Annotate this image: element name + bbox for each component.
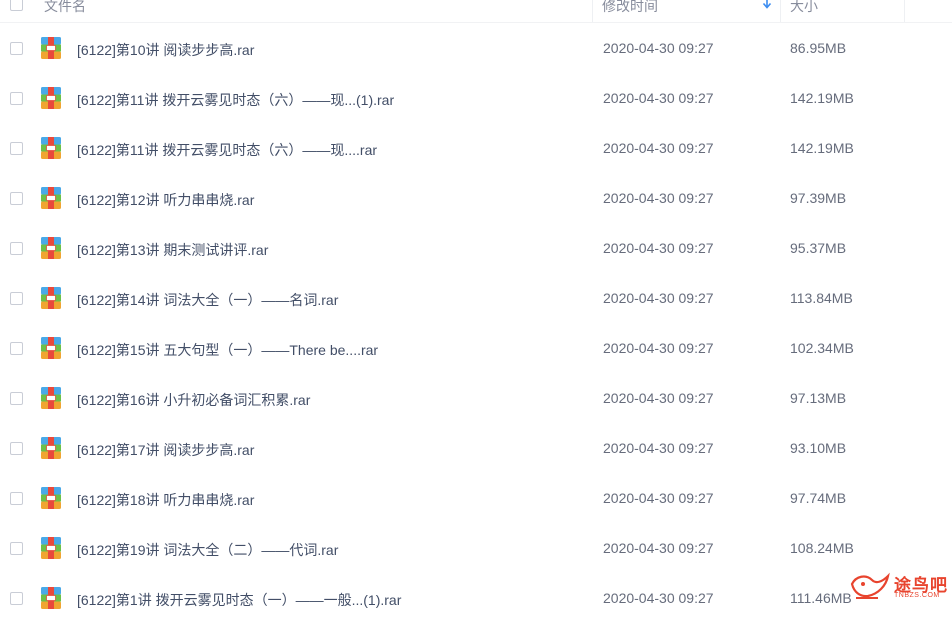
- site-watermark: 途鸟吧 TNBZS.COM: [848, 568, 948, 604]
- rar-archive-icon: [41, 587, 61, 609]
- bird-logo-icon: [850, 572, 890, 599]
- file-row[interactable]: [6122]第15讲 五大句型（一）——There be....rar 2020-…: [0, 324, 952, 374]
- file-size: 86.95MB: [790, 40, 847, 56]
- file-name[interactable]: [6122]第10讲 阅读步步高.rar: [77, 40, 254, 60]
- file-name[interactable]: [6122]第17讲 阅读步步高.rar: [77, 440, 254, 460]
- file-modified-time: 2020-04-30 09:27: [603, 540, 714, 556]
- file-checkbox[interactable]: [10, 392, 23, 405]
- file-name[interactable]: [6122]第16讲 小升初必备词汇积累.rar: [77, 390, 310, 410]
- file-modified-time: 2020-04-30 09:27: [603, 190, 714, 206]
- file-checkbox[interactable]: [10, 342, 23, 355]
- file-checkbox[interactable]: [10, 242, 23, 255]
- file-name[interactable]: [6122]第11讲 拨开云雾见时态（六）——现...(1).rar: [77, 90, 394, 110]
- file-size: 97.13MB: [790, 390, 847, 406]
- file-row[interactable]: [6122]第1讲 拨开云雾见时态（一）——一般...(1).rar 2020-0…: [0, 574, 952, 624]
- file-row[interactable]: [6122]第10讲 阅读步步高.rar 2020-04-30 09:27 86.9…: [0, 24, 952, 74]
- column-divider[interactable]: [780, 0, 781, 22]
- column-header-name[interactable]: 文件名: [44, 0, 86, 16]
- file-row[interactable]: [6122]第17讲 阅读步步高.rar 2020-04-30 09:27 93.1…: [0, 424, 952, 474]
- file-modified-time: 2020-04-30 09:27: [603, 390, 714, 406]
- file-row[interactable]: [6122]第18讲 听力串串烧.rar 2020-04-30 09:27 97.7…: [0, 474, 952, 524]
- file-name[interactable]: [6122]第19讲 词法大全（二）——代词.rar: [77, 540, 338, 560]
- column-header-size[interactable]: 大小: [790, 0, 818, 16]
- column-divider[interactable]: [592, 0, 593, 22]
- file-modified-time: 2020-04-30 09:27: [603, 140, 714, 156]
- file-checkbox[interactable]: [10, 492, 23, 505]
- rar-archive-icon: [41, 337, 61, 359]
- file-checkbox[interactable]: [10, 192, 23, 205]
- file-modified-time: 2020-04-30 09:27: [603, 290, 714, 306]
- file-checkbox[interactable]: [10, 42, 23, 55]
- file-modified-time: 2020-04-30 09:27: [603, 590, 714, 606]
- file-row[interactable]: [6122]第14讲 词法大全（一）——名词.rar 2020-04-30 09:…: [0, 274, 952, 324]
- rar-archive-icon: [41, 437, 61, 459]
- file-list: [6122]第10讲 阅读步步高.rar 2020-04-30 09:27 86.9…: [0, 24, 952, 624]
- file-checkbox[interactable]: [10, 592, 23, 605]
- file-size: 95.37MB: [790, 240, 847, 256]
- file-modified-time: 2020-04-30 09:27: [603, 90, 714, 106]
- file-size: 108.24MB: [790, 540, 854, 556]
- file-size: 142.19MB: [790, 140, 854, 156]
- file-checkbox[interactable]: [10, 442, 23, 455]
- file-row[interactable]: [6122]第11讲 拨开云雾见时态（六）——现...(1).rar 2020-0…: [0, 74, 952, 124]
- file-size: 142.19MB: [790, 90, 854, 106]
- sort-descending-icon[interactable]: [761, 0, 773, 12]
- rar-archive-icon: [41, 87, 61, 109]
- rar-archive-icon: [41, 487, 61, 509]
- column-header-modified-time[interactable]: 修改时间: [602, 0, 658, 16]
- file-name[interactable]: [6122]第18讲 听力串串烧.rar: [77, 490, 254, 510]
- file-size: 113.84MB: [790, 290, 853, 306]
- file-name[interactable]: [6122]第1讲 拨开云雾见时态（一）——一般...(1).rar: [77, 590, 401, 610]
- rar-archive-icon: [41, 287, 61, 309]
- file-checkbox[interactable]: [10, 542, 23, 555]
- file-checkbox[interactable]: [10, 292, 23, 305]
- select-all-checkbox[interactable]: [10, 0, 23, 11]
- file-row[interactable]: [6122]第19讲 词法大全（二）——代词.rar 2020-04-30 09:…: [0, 524, 952, 574]
- file-checkbox[interactable]: [10, 142, 23, 155]
- file-modified-time: 2020-04-30 09:27: [603, 340, 714, 356]
- file-size: 111.46MB: [790, 590, 852, 606]
- file-name[interactable]: [6122]第14讲 词法大全（一）——名词.rar: [77, 290, 338, 310]
- rar-archive-icon: [41, 387, 61, 409]
- file-name[interactable]: [6122]第15讲 五大句型（一）——There be....rar: [77, 340, 378, 360]
- file-list-header: 文件名 修改时间 大小: [0, 0, 952, 23]
- rar-archive-icon: [41, 187, 61, 209]
- file-modified-time: 2020-04-30 09:27: [603, 440, 714, 456]
- file-checkbox[interactable]: [10, 92, 23, 105]
- file-size: 97.74MB: [790, 490, 847, 506]
- file-name[interactable]: [6122]第13讲 期末测试讲评.rar: [77, 240, 268, 260]
- rar-archive-icon: [41, 537, 61, 559]
- file-row[interactable]: [6122]第13讲 期末测试讲评.rar 2020-04-30 09:27 95.…: [0, 224, 952, 274]
- file-row[interactable]: [6122]第16讲 小升初必备词汇积累.rar 2020-04-30 09:27…: [0, 374, 952, 424]
- rar-archive-icon: [41, 237, 61, 259]
- file-size: 93.10MB: [790, 440, 847, 456]
- rar-archive-icon: [41, 137, 61, 159]
- rar-archive-icon: [41, 37, 61, 59]
- column-divider[interactable]: [904, 0, 905, 22]
- file-size: 97.39MB: [790, 190, 847, 206]
- file-modified-time: 2020-04-30 09:27: [603, 240, 714, 256]
- file-name[interactable]: [6122]第12讲 听力串串烧.rar: [77, 190, 254, 210]
- file-name[interactable]: [6122]第11讲 拨开云雾见时态（六）——现....rar: [77, 140, 377, 160]
- file-row[interactable]: [6122]第11讲 拨开云雾见时态（六）——现....rar 2020-04-3…: [0, 124, 952, 174]
- file-size: 102.34MB: [790, 340, 854, 356]
- watermark-domain: TNBZS.COM: [894, 592, 940, 599]
- file-modified-time: 2020-04-30 09:27: [603, 40, 714, 56]
- file-row[interactable]: [6122]第12讲 听力串串烧.rar 2020-04-30 09:27 97.3…: [0, 174, 952, 224]
- file-modified-time: 2020-04-30 09:27: [603, 490, 714, 506]
